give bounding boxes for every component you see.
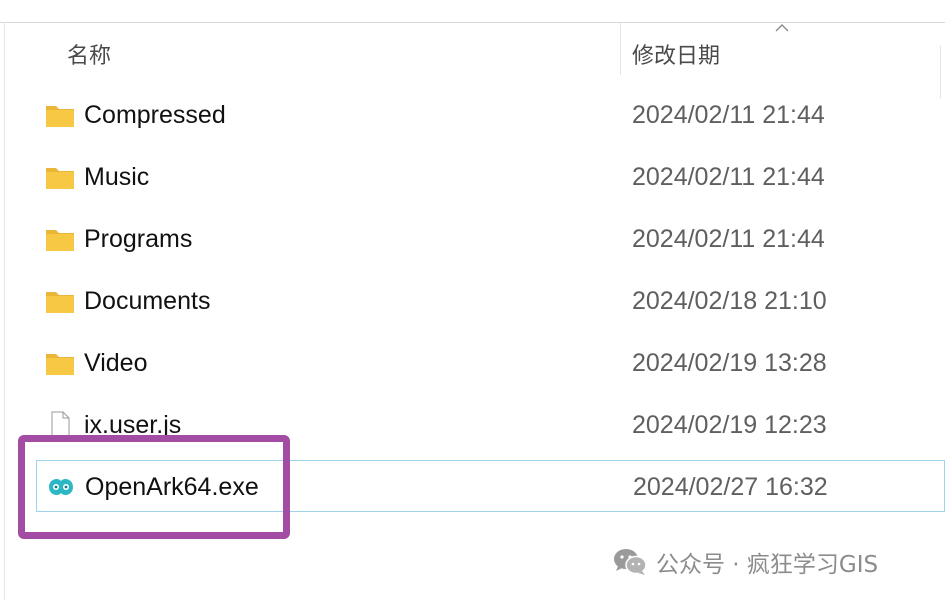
watermark-text: 公众号 · 疯狂学习GIS (656, 552, 879, 578)
file-date-modified: 2024/02/19 12:23 (632, 411, 827, 439)
highlight-annotation-box (18, 435, 290, 539)
file-date-modified: 2024/02/11 21:44 (632, 225, 825, 253)
folder-icon (46, 168, 74, 189)
file-date-modified: 2024/02/19 13:28 (632, 349, 827, 377)
list-item[interactable]: Programs 2024/02/11 21:44 (36, 213, 945, 265)
file-date-modified: 2024/02/27 16:32 (633, 473, 828, 501)
left-rule (4, 22, 5, 600)
file-name: Video (84, 349, 148, 377)
column-divider[interactable] (620, 23, 621, 75)
list-item[interactable]: Documents 2024/02/18 21:10 (36, 275, 945, 327)
folder-icon (46, 292, 74, 313)
folder-icon (46, 106, 74, 127)
sort-ascending-icon (775, 24, 789, 32)
wechat-icon (614, 549, 647, 575)
column-header-name[interactable]: 名称 (67, 38, 111, 70)
file-explorer-view: 名称 修改日期 Compressed 2024/02/11 21:44 Musi… (0, 0, 945, 600)
list-item[interactable]: Video 2024/02/19 13:28 (36, 337, 945, 389)
file-name: Documents (84, 287, 211, 315)
folder-icon (46, 230, 74, 251)
file-date-modified: 2024/02/11 21:44 (632, 101, 825, 129)
watermark: 公众号 · 疯狂学习GIS (612, 545, 878, 579)
file-date-modified: 2024/02/18 21:10 (632, 287, 827, 315)
file-name: Programs (84, 225, 193, 253)
column-header-date-modified[interactable]: 修改日期 (632, 38, 720, 70)
list-item[interactable]: Music 2024/02/11 21:44 (36, 151, 945, 203)
file-date-modified: 2024/02/11 21:44 (632, 163, 825, 191)
folder-icon (46, 354, 74, 375)
column-header-bar: 名称 修改日期 (0, 23, 945, 98)
list-item[interactable]: Compressed 2024/02/11 21:44 (36, 89, 945, 141)
file-name: Compressed (84, 101, 226, 129)
file-name: Music (84, 163, 150, 191)
